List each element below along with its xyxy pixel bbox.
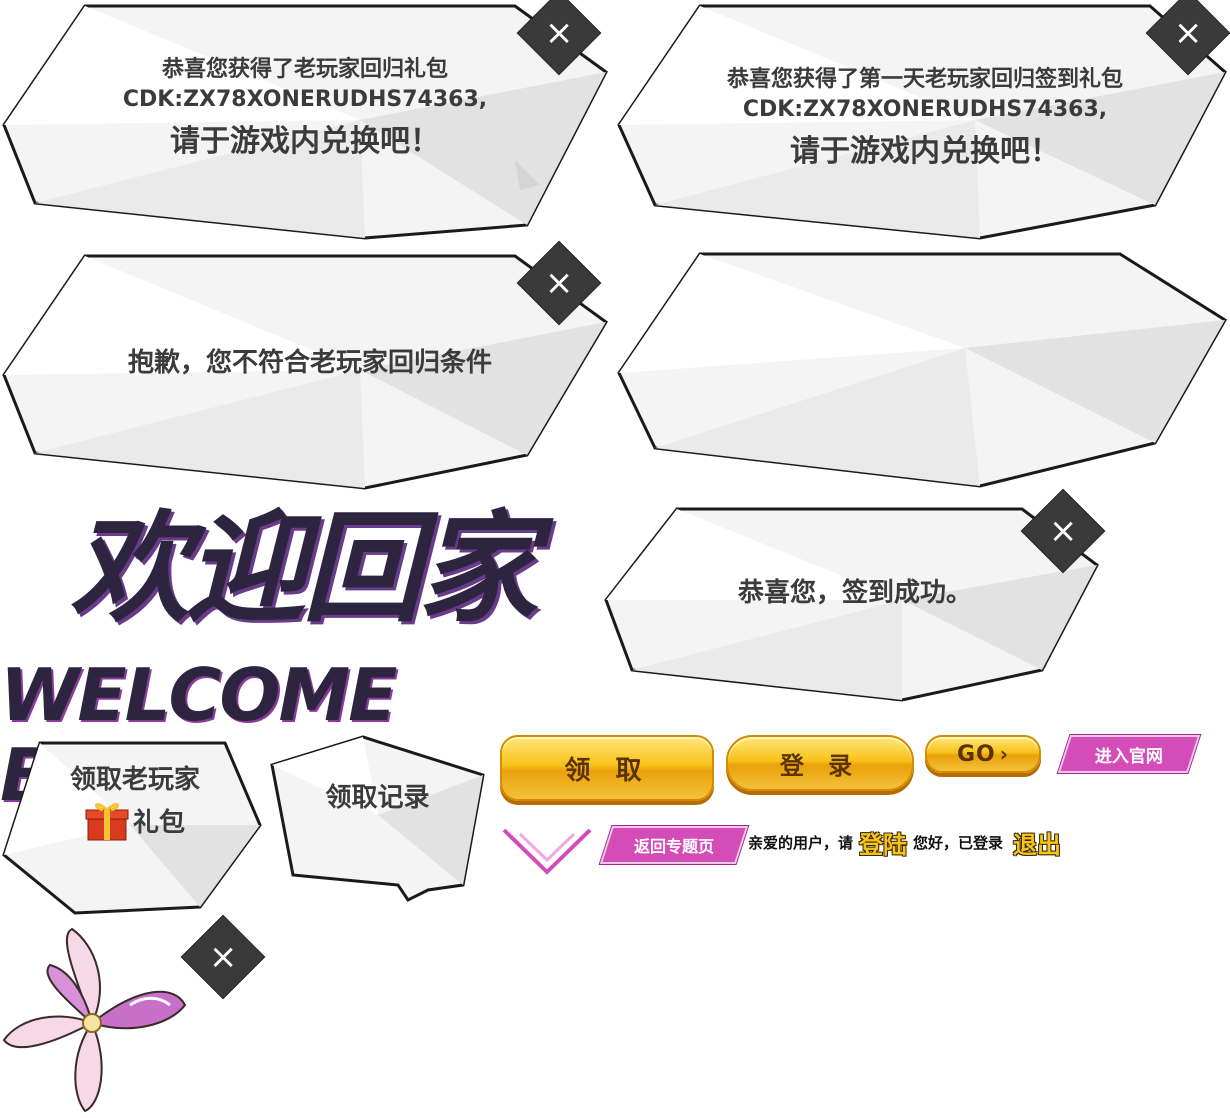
user-status-bar: 亲爱的用户，请 登陆 您好，已登录 退出 — [748, 822, 1218, 862]
close-icon: × — [544, 263, 574, 303]
go-label: GO — [956, 741, 996, 767]
panel-2-line1: 恭喜您获得了第一天老玩家回归签到礼包 — [726, 66, 1123, 92]
pinwheel-icon[interactable] — [0, 925, 195, 1115]
record-box-label: 领取记录 — [325, 782, 430, 813]
panel-1-line1: 恭喜您获得了老玩家回归礼包 — [161, 56, 448, 82]
gift-icon — [85, 802, 129, 840]
official-site-button[interactable]: 进入官网 — [1057, 735, 1201, 773]
login-link[interactable]: 登陆 — [859, 825, 907, 860]
official-site-label: 进入官网 — [1095, 746, 1163, 767]
login-button[interactable]: 登 录 — [726, 735, 914, 791]
claim-button[interactable]: 领 取 — [500, 735, 714, 801]
logged-in-text: 您好，已登录 — [913, 833, 1004, 852]
close-icon: × — [1048, 511, 1078, 551]
back-to-topic-label: 返回专题页 — [633, 837, 714, 856]
panel-2-line3: 请于游戏内兑换吧！ — [790, 133, 1060, 169]
close-icon: × — [1173, 13, 1203, 53]
chevron-down-icon[interactable] — [502, 828, 592, 876]
logout-link[interactable]: 退出 — [1013, 825, 1061, 860]
close-icon: × — [208, 937, 238, 977]
panel-1-line3: 请于游戏内兑换吧！ — [170, 123, 440, 159]
claim-box-line1: 领取老玩家 — [69, 764, 200, 795]
back-to-topic-button[interactable]: 返回专题页 — [599, 826, 749, 864]
panel-empty — [617, 252, 1228, 488]
claim-box-line2: 礼包 — [132, 808, 185, 838]
logo-title-cn: 欢迎回家 — [70, 500, 538, 639]
greet-text: 亲爱的用户，请 — [748, 833, 854, 852]
chevron-right-icon: › — [999, 742, 1009, 766]
close-icon: × — [544, 13, 574, 53]
panel-5-line1: 恭喜您，签到成功。 — [737, 577, 972, 608]
panel-3-line1: 抱歉，您不符合老玩家回归条件 — [127, 347, 492, 378]
go-button[interactable]: GO › — [925, 735, 1041, 773]
panel-1-line2: CDK:ZX78XONERUDHS74363, — [122, 86, 488, 112]
panel-2-line2: CDK:ZX78XONERUDHS74363, — [742, 96, 1108, 122]
